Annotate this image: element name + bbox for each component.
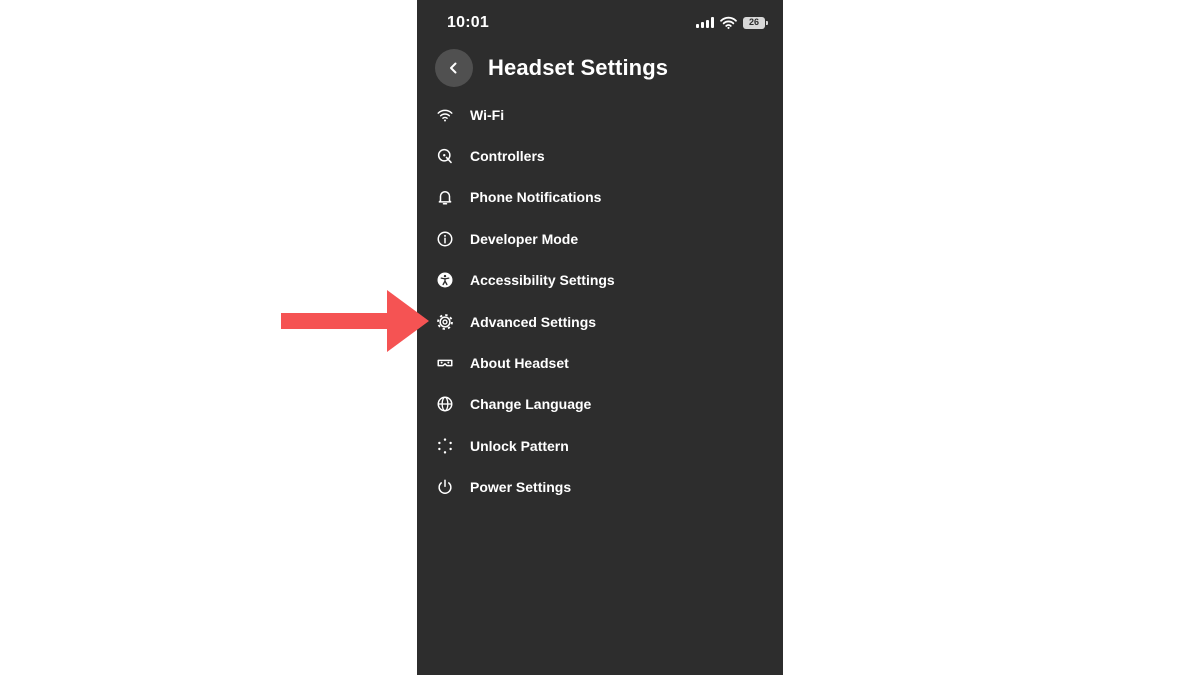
status-time: 10:01 [447,14,489,31]
menu-item-developer-mode[interactable]: Developer Mode [436,218,776,259]
menu-item-accessibility-settings[interactable]: Accessibility Settings [436,260,776,301]
signal-icon [696,17,714,28]
menu-item-phone-notifications[interactable]: Phone Notifications [436,177,776,218]
menu-item-label: Accessibility Settings [470,272,615,289]
battery-level: 26 [748,17,759,27]
menu-item-about-headset[interactable]: About Headset [436,342,776,383]
menu-item-label: Power Settings [470,479,572,496]
menu-item-label: Phone Notifications [470,189,602,206]
controller-icon [436,147,454,165]
menu-item-unlock-pattern[interactable]: Unlock Pattern [436,425,776,466]
menu-item-label: About Headset [470,355,569,372]
chevron-left-icon [450,62,457,74]
power-icon [436,478,454,496]
bell-icon [436,188,454,206]
menu-item-label: Unlock Pattern [470,437,569,454]
menu-item-controllers[interactable]: Controllers [436,135,776,176]
accessibility-icon [436,271,454,289]
gear-icon [436,313,454,331]
status-bar: 10:01 26 [417,0,783,46]
battery-icon: 26 [743,16,768,29]
menu-item-label: Wi-Fi [470,106,505,123]
menu-item-label: Advanced Settings [470,313,597,330]
menu-item-label: Developer Mode [470,230,579,247]
wifi-icon [720,16,737,29]
dot-pattern-icon [436,437,454,455]
menu-item-wifi[interactable]: Wi-Fi [436,94,776,135]
headset-icon [436,354,454,372]
phone-screen: 10:01 26 Headset Settings Wi-Fi Controll… [417,0,783,675]
menu-item-label: Change Language [470,396,592,413]
globe-icon [436,395,454,413]
settings-menu: Wi-Fi Controllers Phone Notifications De… [436,94,776,508]
wifi-icon [436,106,454,124]
menu-item-power-settings[interactable]: Power Settings [436,467,776,508]
header: Headset Settings [435,49,668,87]
menu-item-advanced-settings[interactable]: Advanced Settings [436,301,776,342]
menu-item-change-language[interactable]: Change Language [436,384,776,425]
menu-item-label: Controllers [470,148,545,165]
info-icon [436,230,454,248]
back-button[interactable] [435,49,473,87]
status-icons: 26 [696,16,768,29]
page-title: Headset Settings [488,55,669,80]
screenshot-canvas: 10:01 26 Headset Settings Wi-Fi Controll… [0,0,1200,675]
arrow-annotation [281,290,429,352]
arrow-right-icon [281,290,429,352]
